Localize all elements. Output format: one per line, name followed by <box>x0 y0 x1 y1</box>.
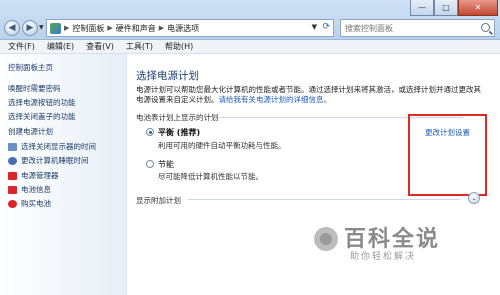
globe-icon <box>8 199 17 208</box>
search-input[interactable] <box>345 23 475 33</box>
monitor-icon <box>8 142 17 151</box>
sidebar-item-buy-battery[interactable]: 购买电池 <box>8 198 51 209</box>
sidebar-item-battery-info[interactable]: 电池信息 <box>8 184 51 195</box>
sidebar-item-control-panel-home[interactable]: 控制面板主页 <box>8 62 53 73</box>
page-title: 选择电源计划 <box>136 70 199 82</box>
menu-help[interactable]: 帮助(H) <box>165 41 193 52</box>
expand-chevron-icon[interactable]: ⌄ <box>468 192 480 204</box>
plan-balanced-desc: 利用可用的硬件自动平衡功耗与性能。 <box>158 141 286 150</box>
sidebar-item-label: 控制面板主页 <box>8 63 53 72</box>
back-button[interactable]: ◀ <box>4 20 20 36</box>
menu-bar: 文件(F) 编辑(E) 查看(V) 工具(T) 帮助(H) <box>0 40 500 54</box>
close-button[interactable]: ✕ <box>458 0 498 16</box>
sidebar-item-label: 选择关闭盖子的功能 <box>8 112 76 121</box>
window-controls: — □ ✕ <box>410 0 498 16</box>
moon-icon <box>8 156 17 165</box>
title-bar: — □ ✕ ◀ ▶ ▼ ▶ 控制面板 ▶ 硬件和声音 ▶ 电源选项 ▼ ⟳ <box>0 0 500 40</box>
plan-power-saver-name[interactable]: 节能 <box>158 159 174 170</box>
recent-pages-dropdown-icon[interactable]: ▼ <box>39 24 44 31</box>
sidebar-item-power-button[interactable]: 选择电源按钮的功能 <box>8 97 76 108</box>
page-description: 电源计划可以帮助您最大化计算机的性能或者节能。通过选择计划来将其激活，或选择计划… <box>136 85 486 105</box>
sidebar-item-label: 选择关闭显示器的时间 <box>21 142 96 151</box>
extra-divider <box>188 199 460 200</box>
sidebar-item-label: 更改计算机睡眠时间 <box>21 156 89 165</box>
menu-tools[interactable]: 工具(T) <box>126 41 153 52</box>
section-label: 电池表计划上显示的计划 <box>136 113 219 122</box>
plan-power-saver-radio[interactable] <box>146 160 154 168</box>
sidebar-item-lid-close[interactable]: 选择关闭盖子的功能 <box>8 111 76 122</box>
breadcrumb-separator: ▶ <box>64 24 70 32</box>
search-icon[interactable] <box>481 23 490 32</box>
breadcrumb-hardware-sound[interactable]: 硬件和声音 <box>116 23 156 34</box>
address-dropdown-icon[interactable]: ▼ <box>312 23 317 31</box>
sidebar-item-create-plan[interactable]: 创建电源计划 <box>8 126 53 137</box>
sidebar-item-label: 电源管理器 <box>21 171 59 180</box>
battery-icon <box>8 185 17 194</box>
watermark-logo-icon <box>314 227 338 251</box>
refresh-icon[interactable]: ⟳ <box>322 22 330 32</box>
sidebar-item-power-manager[interactable]: 电源管理器 <box>8 170 59 181</box>
control-panel-icon <box>50 22 61 34</box>
battery-icon <box>8 171 17 180</box>
minimize-button[interactable]: — <box>410 0 434 16</box>
sidebar-item-label: 电池信息 <box>21 185 51 194</box>
plan-balanced-name[interactable]: 平衡 (推荐) <box>158 127 200 138</box>
menu-view[interactable]: 查看(V) <box>86 41 114 52</box>
sidebar-item-label: 选择电源按钮的功能 <box>8 98 76 107</box>
highlight-box <box>408 114 487 196</box>
sidebar-item-label: 购买电池 <box>21 199 51 208</box>
sidebar-item-sleep-time[interactable]: 更改计算机睡眠时间 <box>8 155 89 166</box>
sidebar-item-display-off[interactable]: 选择关闭显示器的时间 <box>8 141 96 152</box>
sidebar-item-label: 创建电源计划 <box>8 127 53 136</box>
show-additional-plans-label[interactable]: 显示附加计划 <box>136 195 181 206</box>
breadcrumb-separator: ▶ <box>158 24 165 32</box>
forward-button[interactable]: ▶ <box>22 20 38 36</box>
watermark-subtitle: 助你轻松解决 <box>350 252 417 262</box>
plan-balanced-radio[interactable] <box>146 128 154 136</box>
power-plan-info-link[interactable]: 请给我有关电源计划的详细信息。 <box>219 95 332 104</box>
sidebar: 控制面板主页 唤醒时需要密码 选择电源按钮的功能 选择关闭盖子的功能 创建电源计… <box>0 54 127 295</box>
breadcrumb-power-options[interactable]: 电源选项 <box>167 23 199 34</box>
breadcrumb-separator: ▶ <box>107 24 113 32</box>
plan-power-saver-desc: 尽可能降低计算机性能以节能。 <box>158 172 263 181</box>
sidebar-item-wake-password[interactable]: 唤醒时需要密码 <box>8 83 61 94</box>
watermark: 百科全说 助你轻松解决 <box>314 221 464 271</box>
address-bar[interactable]: ▶ 控制面板 ▶ 硬件和声音 ▶ 电源选项 ▼ ⟳ <box>46 19 334 37</box>
sidebar-item-label: 唤醒时需要密码 <box>8 84 61 93</box>
breadcrumb-control-panel[interactable]: 控制面板 <box>72 23 104 34</box>
menu-file[interactable]: 文件(F) <box>8 41 35 52</box>
search-box[interactable] <box>340 19 495 37</box>
menu-edit[interactable]: 编辑(E) <box>47 41 74 52</box>
maximize-button[interactable]: □ <box>434 0 458 16</box>
